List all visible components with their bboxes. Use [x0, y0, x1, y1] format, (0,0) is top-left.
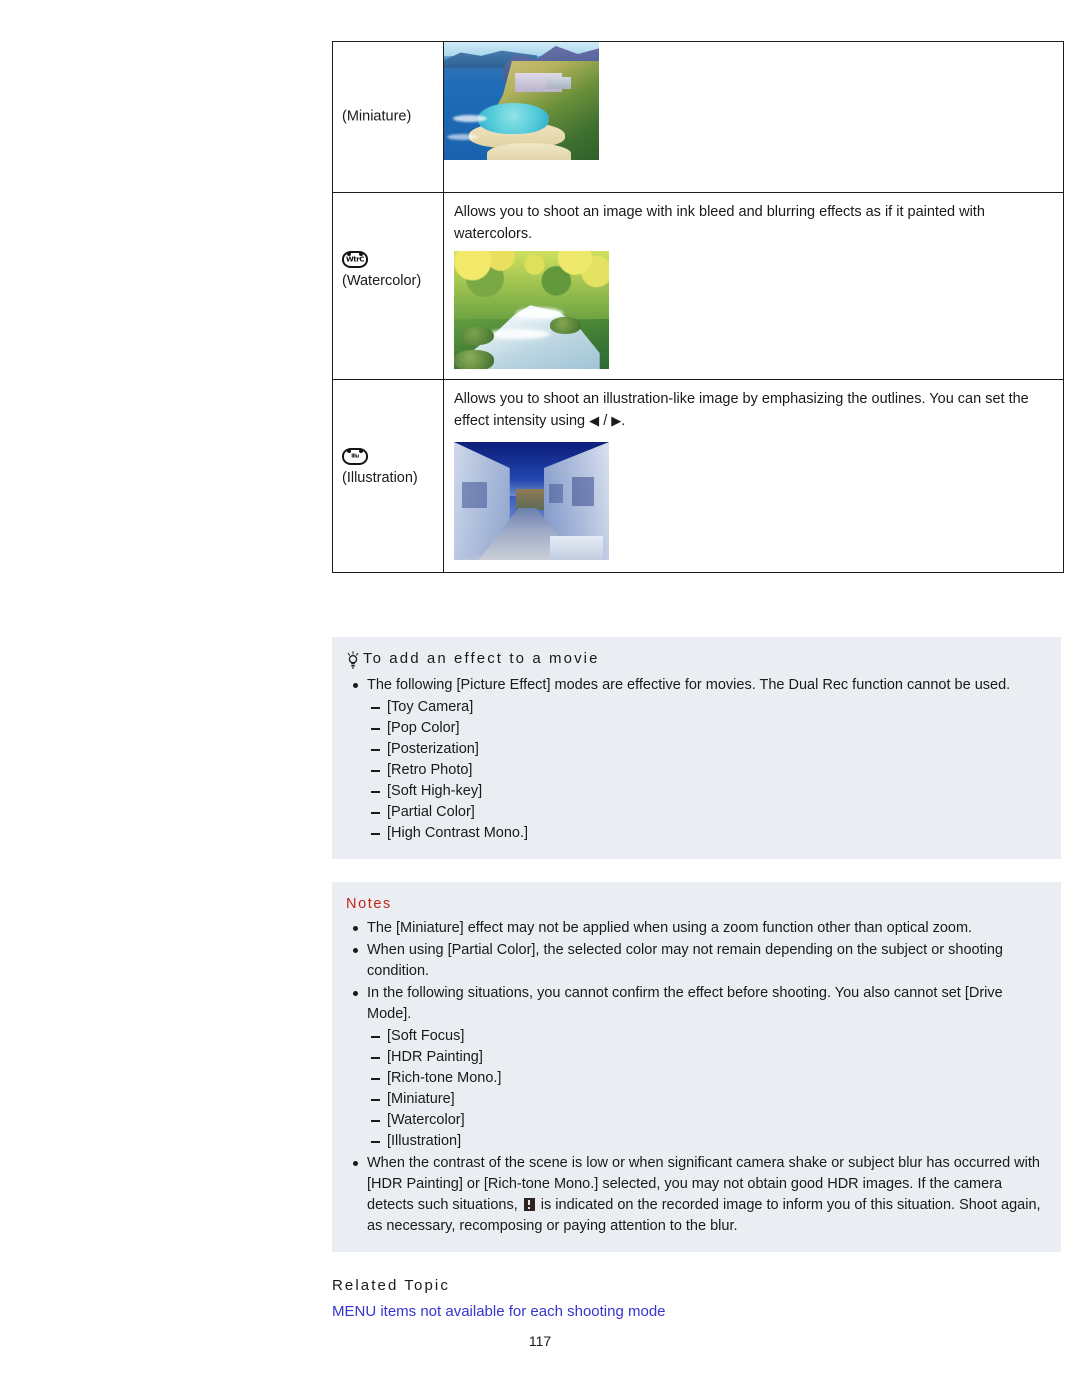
list-item: When the contrast of the scene is low or… [346, 1153, 1045, 1237]
notes-panel-title: Notes [346, 896, 392, 912]
effect-desc-cell-illustration: Allows you to shoot an illustration-like… [443, 379, 1064, 573]
list-item: [HDR Painting] [367, 1047, 1045, 1068]
effect-description-illustration: Allows you to shoot an illustration-like… [444, 380, 1063, 434]
list-item: [Rich-tone Mono.] [367, 1068, 1045, 1089]
hint-panel-heading: To add an effect to a movie [346, 649, 1045, 669]
document-page: (Miniature) WtrC (Watercolor) Allows you… [0, 0, 1080, 1397]
table-row: Illu (Illustration) Allows you to shoot … [332, 379, 1064, 573]
effect-icon-cell-miniature: (Miniature) [332, 41, 444, 193]
list-item: [Pop Color] [367, 718, 1045, 739]
list-item: [Soft Focus] [367, 1026, 1045, 1047]
list-item: [Retro Photo] [367, 760, 1045, 781]
list-item: [Illustration] [367, 1131, 1045, 1152]
miniature-sample-image [444, 42, 599, 160]
desc-end: . [621, 413, 626, 429]
notes-sub-list: [Soft Focus] [HDR Painting] [Rich-tone M… [367, 1026, 1045, 1152]
list-item: [Miniature] [367, 1089, 1045, 1110]
list-item: [Posterization] [367, 739, 1045, 760]
warning-exclamation-icon [523, 1198, 535, 1211]
effect-label-watercolor: (Watercolor) [342, 273, 422, 289]
hint-panel: To add an effect to a movie The followin… [332, 637, 1061, 859]
list-item: [Watercolor] [367, 1110, 1045, 1131]
notes-bullet-list: The [Miniature] effect may not be applie… [346, 918, 1045, 1237]
effect-label-illustration: (Illustration) [342, 470, 418, 486]
hint-bullet-text: The following [Picture Effect] modes are… [367, 677, 1011, 693]
effect-label-miniature: (Miniature) [342, 108, 412, 125]
illustration-sample-image [454, 442, 609, 560]
effect-icon-cell-illustration: Illu (Illustration) [332, 379, 444, 573]
related-topic-heading: Related Topic [332, 1277, 450, 1294]
page-number: 117 [528, 1333, 552, 1349]
list-item: [Toy Camera] [367, 697, 1045, 718]
effect-description-watercolor: Allows you to shoot an image with ink bl… [454, 204, 985, 242]
hint-bullet-list: The following [Picture Effect] modes are… [346, 675, 1045, 844]
effect-desc-cell-watercolor: Allows you to shoot an image with ink bl… [443, 192, 1064, 380]
arrow-right-icon: ▶ [611, 413, 622, 428]
effect-sample-cell-miniature [443, 41, 1064, 193]
list-item: The [Miniature] effect may not be applie… [346, 918, 1045, 939]
related-topic-link[interactable]: MENU items not available for each shooti… [332, 1303, 666, 1320]
table-row: WtrC (Watercolor) Allows you to shoot an… [332, 192, 1064, 380]
list-item: When using [Partial Color], the selected… [346, 940, 1045, 982]
hint-panel-title: To add an effect to a movie [363, 650, 600, 667]
arrow-separator: / [603, 413, 608, 429]
list-item: In the following situations, you cannot … [346, 983, 1045, 1152]
arrow-left-icon: ◀ [589, 413, 600, 428]
list-item: [Soft High-key] [367, 781, 1045, 802]
desc-part1: Allows you to shoot an illustration [454, 391, 669, 407]
table-row: (Miniature) [332, 41, 1064, 193]
notes-panel: Notes The [Miniature] effect may not be … [332, 882, 1061, 1252]
watercolor-mode-icon: WtrC [342, 251, 368, 268]
effect-icon-cell-watercolor: WtrC (Watercolor) [332, 192, 444, 380]
hint-sub-list: [Toy Camera] [Pop Color] [Posterization]… [367, 697, 1045, 844]
list-item: [Partial Color] [367, 802, 1045, 823]
lightbulb-icon [346, 651, 360, 669]
notes-bullet-text: In the following situations, you cannot … [367, 985, 1003, 1022]
list-item: The following [Picture Effect] modes are… [346, 675, 1045, 844]
picture-effect-table: (Miniature) WtrC (Watercolor) Allows you… [332, 41, 1064, 573]
illustration-mode-icon: Illu [342, 448, 368, 465]
list-item: [High Contrast Mono.] [367, 823, 1045, 844]
watercolor-sample-image [454, 251, 609, 369]
